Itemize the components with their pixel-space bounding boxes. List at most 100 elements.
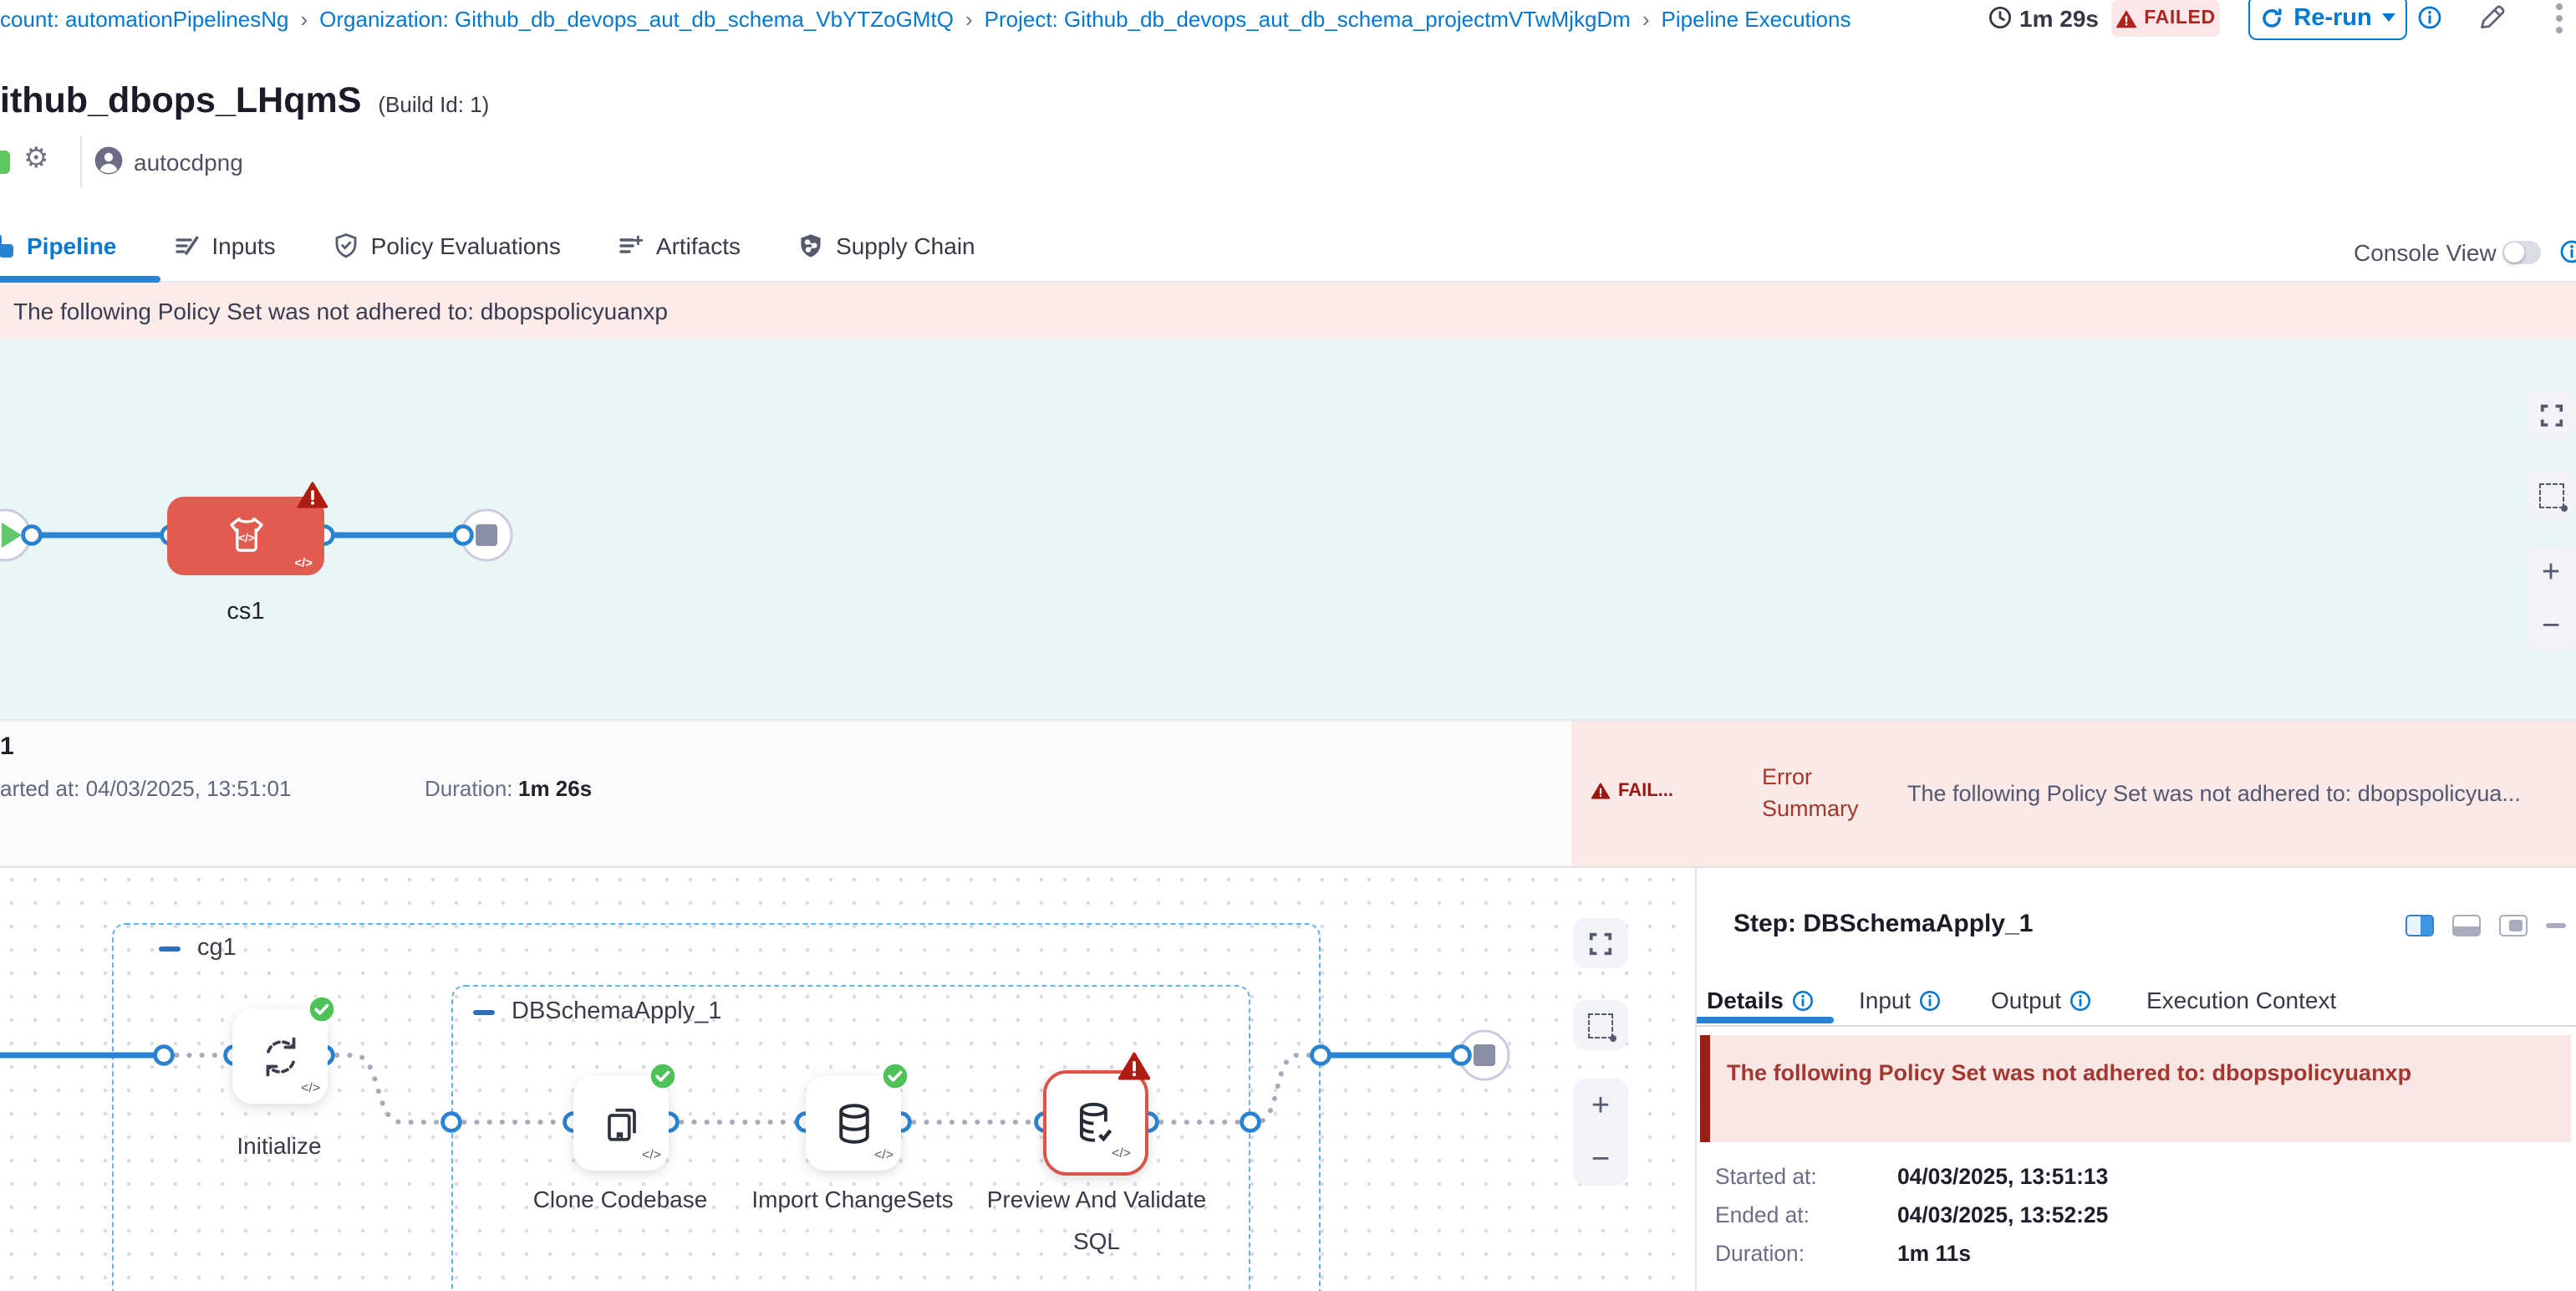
divider xyxy=(1697,1025,2576,1027)
layout-split-right-icon[interactable] xyxy=(2405,915,2434,936)
success-check-icon xyxy=(308,995,336,1023)
detail-row-started: Started at: 04/03/2025, 13:51:13 xyxy=(1715,1166,2108,1189)
tab-artifacts[interactable]: Artifacts xyxy=(618,232,741,259)
user-avatar-icon xyxy=(94,145,124,176)
status-badge: FAILED xyxy=(2111,0,2220,37)
breadcrumb-separator: › xyxy=(1631,7,1662,32)
active-tab-underline xyxy=(0,276,160,282)
rerun-button-label: Re-run xyxy=(2293,4,2371,31)
console-view-toggle[interactable] xyxy=(2502,241,2541,264)
tab-label: Details xyxy=(1707,987,1784,1013)
pipeline-icon xyxy=(0,232,15,259)
detail-value: 04/03/2025, 13:51:13 xyxy=(1897,1166,2108,1189)
active-tab-underline xyxy=(1697,1017,1834,1023)
chevron-down-icon xyxy=(2382,13,2395,22)
stage-label: cs1 xyxy=(167,599,324,625)
step-details-title: Step: DBSchemaApply_1 xyxy=(1733,910,2033,938)
status-strip xyxy=(0,151,10,174)
panel-tab-input[interactable]: Input xyxy=(1859,987,1941,1013)
tab-policy-evaluations[interactable]: Policy Evaluations xyxy=(333,232,561,259)
breadcrumb-pipeline-executions[interactable]: Pipeline Executions xyxy=(1662,7,1851,32)
layout-floating-icon[interactable] xyxy=(2499,915,2528,936)
code-glyph: </> xyxy=(238,531,255,543)
elapsed-time: 1m 29s xyxy=(2019,5,2099,32)
refresh-icon xyxy=(2260,6,2283,29)
status-badge-label: FAILED xyxy=(2144,8,2215,28)
edit-pencil-icon[interactable] xyxy=(2476,2,2507,33)
kebab-menu-icon[interactable] xyxy=(2554,2,2564,35)
code-glyph: </> xyxy=(301,1080,320,1095)
panel-tab-output[interactable]: Output xyxy=(1991,987,2091,1013)
step-detail-rows: Started at: 04/03/2025, 13:51:13 Ended a… xyxy=(1715,1166,2108,1281)
warning-triangle-icon xyxy=(2115,9,2136,28)
inputs-icon xyxy=(173,232,200,259)
breadcrumb-organization[interactable]: Organization: Github_db_devops_aut_db_sc… xyxy=(319,7,954,32)
layout-split-bottom-icon[interactable] xyxy=(2452,915,2481,936)
marquee-select-button[interactable] xyxy=(2526,470,2576,520)
divider xyxy=(80,135,82,187)
tab-label: Inputs xyxy=(211,232,275,259)
stage-fail-badge: FAIL... xyxy=(1591,781,1673,801)
execution-graph-canvas: cg1 DBSchemaApply_1 xyxy=(0,868,1695,1291)
fail-badge-label: FAIL... xyxy=(1618,781,1673,801)
detail-row-duration: Duration: 1m 11s xyxy=(1715,1243,2108,1266)
tab-label: Output xyxy=(1991,987,2061,1013)
tab-label: Policy Evaluations xyxy=(371,232,561,259)
database-icon xyxy=(828,1098,878,1148)
detail-value: 04/03/2025, 13:52:25 xyxy=(1897,1204,2108,1227)
stage-summary-bar: 1 arted at: 04/03/2025, 13:51:01 Duratio… xyxy=(0,719,2576,868)
group-name: DBSchemaApply_1 xyxy=(512,998,722,1025)
collapse-icon[interactable] xyxy=(473,1009,495,1014)
breadcrumb-account[interactable]: count: automationPipelinesNg xyxy=(0,7,288,32)
tab-label: Supply Chain xyxy=(836,232,975,259)
panel-tab-details[interactable]: Details xyxy=(1707,987,1814,1013)
tab-pipeline[interactable]: Pipeline xyxy=(0,232,116,259)
custom-stage-icon: </> xyxy=(224,511,269,556)
detail-value: 1m 11s xyxy=(1897,1243,1971,1266)
tab-inputs[interactable]: Inputs xyxy=(173,232,275,259)
stage-duration-label: Duration: xyxy=(425,776,513,801)
build-id: (Build Id: 1) xyxy=(378,92,489,117)
error-summary-label: Error Summary xyxy=(1762,761,1882,824)
sync-icon xyxy=(255,1031,305,1081)
code-glyph: </> xyxy=(294,554,313,569)
code-glyph: </> xyxy=(874,1147,893,1162)
panel-tab-execution-context[interactable]: Execution Context xyxy=(2146,987,2336,1013)
info-icon[interactable] xyxy=(2559,239,2576,264)
group-label-cg1: cg1 xyxy=(159,935,237,962)
breadcrumb-project[interactable]: Project: Github_db_devops_aut_db_schema_… xyxy=(985,7,1631,32)
info-icon[interactable] xyxy=(1919,989,1941,1011)
success-check-icon xyxy=(649,1062,677,1090)
breadcrumb: count: automationPipelinesNg›Organizatio… xyxy=(0,0,2576,40)
info-icon[interactable] xyxy=(2069,989,2091,1011)
policy-violation-banner: The following Policy Set was not adhered… xyxy=(0,283,2576,339)
tab-supply-chain[interactable]: Supply Chain xyxy=(797,232,975,259)
fullscreen-button[interactable] xyxy=(2526,390,2576,440)
database-check-icon xyxy=(1070,1097,1122,1149)
step-details-panel: Step: DBSchemaApply_1 Details Input Outp… xyxy=(1695,868,2576,1291)
group-label-dbschemaapply: DBSchemaApply_1 xyxy=(473,998,722,1025)
execution-tab-bar: Pipeline Inputs Policy Evaluations Artif… xyxy=(0,224,2576,283)
zoom-out-button[interactable]: − xyxy=(2542,610,2560,641)
breadcrumb-separator: › xyxy=(954,7,985,32)
error-triangle-icon xyxy=(1118,1052,1150,1080)
collapse-icon[interactable] xyxy=(159,946,181,951)
info-icon[interactable] xyxy=(1792,989,1814,1011)
stage-node-cs1[interactable]: </> </> xyxy=(167,496,324,574)
stage-summary-title: 1 xyxy=(0,732,14,761)
shield-check-icon xyxy=(333,232,359,259)
info-icon[interactable] xyxy=(2417,5,2442,30)
panel-layout-controls xyxy=(2405,915,2566,936)
tab-label: Execution Context xyxy=(2146,987,2336,1013)
breadcrumb-separator: › xyxy=(288,7,319,32)
zoom-in-button[interactable]: + xyxy=(2542,556,2560,588)
step-label-clone-codebase: Clone Codebase xyxy=(512,1179,729,1221)
rerun-button[interactable]: Re-run xyxy=(2248,0,2407,40)
minimize-panel-icon[interactable] xyxy=(2546,924,2566,928)
step-preview-validate-sql[interactable] xyxy=(1043,1070,1148,1176)
detail-label: Duration: xyxy=(1715,1243,1897,1266)
stage-duration-value: 1m 26s xyxy=(518,776,592,801)
step-label-import-changesets: Import ChangeSets xyxy=(744,1179,961,1221)
gear-icon[interactable]: ⚙ xyxy=(23,142,49,176)
tab-label: Pipeline xyxy=(27,232,116,259)
